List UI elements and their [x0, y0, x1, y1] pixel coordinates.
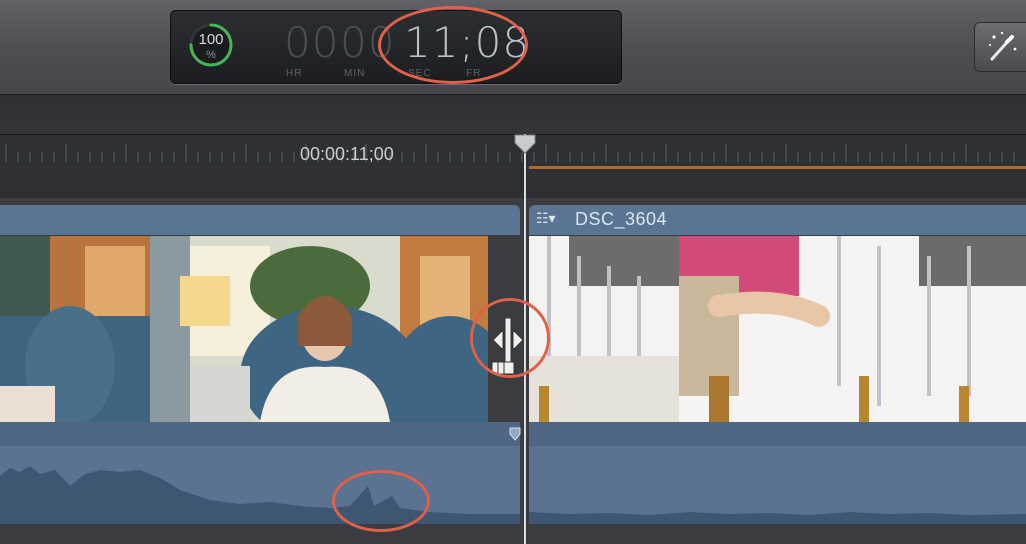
unit-min: MIN	[344, 68, 366, 79]
percent-sign: %	[206, 49, 216, 61]
percent-value: 100	[198, 31, 224, 48]
playhead-handle-icon[interactable]	[514, 134, 536, 154]
marker-icon[interactable]	[508, 426, 522, 442]
clip-b-thumbnail[interactable]	[529, 236, 679, 422]
enhance-button[interactable]	[974, 22, 1026, 72]
audio-waveform-b[interactable]	[529, 446, 1026, 524]
annotation-ring-waveform	[332, 470, 430, 532]
render-bar	[529, 166, 1026, 169]
clip-menu-icon[interactable]: ☷▾	[536, 210, 556, 227]
timecode-hours: 00	[284, 18, 340, 67]
unit-hr: HR	[286, 68, 303, 79]
clip-a-header[interactable]	[0, 205, 520, 235]
clip-b-title: DSC_3604	[575, 209, 668, 229]
magic-wand-icon	[989, 31, 1017, 61]
clip-a-thumbnail[interactable]	[150, 236, 488, 422]
clip-a-thumbnail[interactable]	[0, 236, 150, 422]
annotation-ring-trim	[470, 298, 550, 378]
toolbar-bottom-strip	[0, 94, 1026, 135]
audio-waveform-a[interactable]	[0, 446, 520, 524]
annotation-ring-timecode	[378, 6, 528, 84]
ruler-timecode-label: 00:00:11;00	[300, 144, 394, 164]
clip-b-thumbnail[interactable]	[679, 236, 1026, 422]
clip-a-footer	[0, 422, 520, 446]
clip-b-footer	[529, 422, 1026, 446]
